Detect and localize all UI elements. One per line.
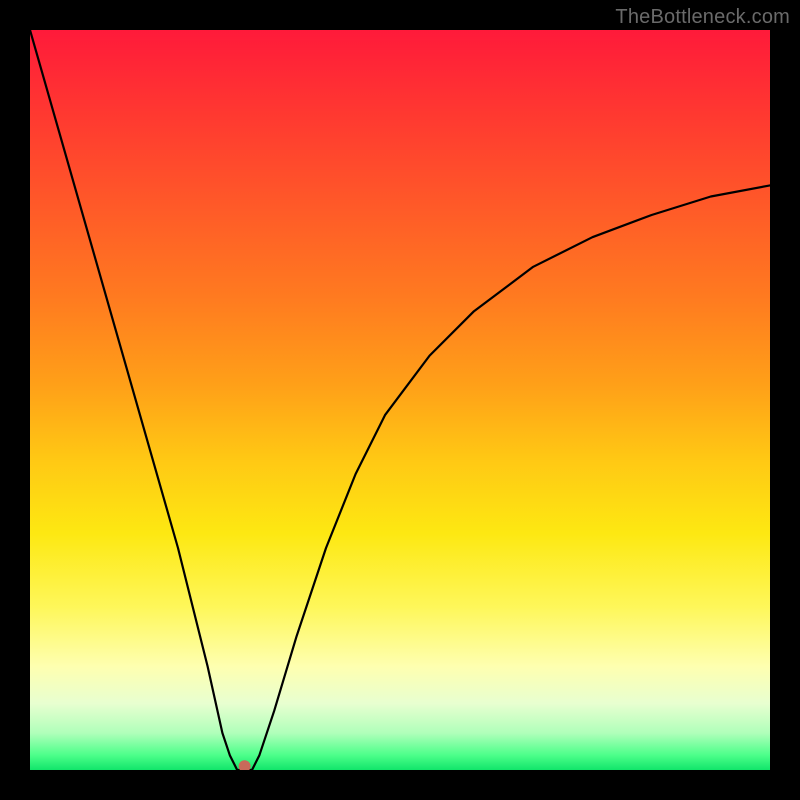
chart-frame: TheBottleneck.com <box>0 0 800 800</box>
minimum-marker <box>239 760 251 770</box>
curve-layer <box>30 30 770 770</box>
plot-area <box>30 30 770 770</box>
bottleneck-curve <box>30 30 770 770</box>
watermark-text: TheBottleneck.com <box>615 6 790 29</box>
